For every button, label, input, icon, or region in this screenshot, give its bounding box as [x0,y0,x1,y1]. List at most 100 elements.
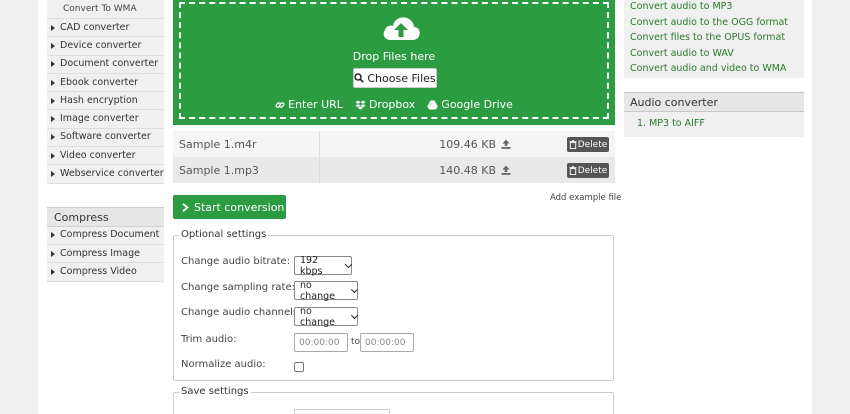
upload-sources: Enter URL Dropbox Google Drive [181,98,607,111]
caret-right-icon [51,232,55,239]
optional-settings-legend: Optional settings [179,229,269,240]
bitrate-label: Change audio bitrate: [181,256,291,267]
sidebar-item-label: Software converter [60,131,151,143]
save-settings-input[interactable] [294,409,390,414]
save-settings-legend: Save settings [179,386,251,397]
caret-right-icon [51,24,55,31]
sidebar-item-label: Hash encryption [60,94,138,106]
audio-bitrate-select[interactable]: 192 kbps [294,254,353,277]
drop-files-text: Drop Files here [352,50,436,63]
caret-right-icon [51,97,55,104]
sidebar-item-label: Document converter [60,58,159,70]
caret-right-icon [51,116,55,123]
google-drive-label: Google Drive [441,98,513,111]
sidebar-item-compress-image[interactable]: Compress Image [47,244,164,264]
trim-end-input[interactable]: 00:00:00 [360,333,414,352]
caret-right-icon [51,268,55,275]
caret-right-icon [51,134,55,141]
trash-icon [569,166,577,175]
audio-converter-header: Audio converter [624,92,804,112]
sidebar-item-compress-video[interactable]: Compress Video [47,263,164,282]
sampling-label: Change sampling rate: [181,282,295,293]
dropzone-dashed-border: Drop Files here Choose Files Enter URL D… [179,2,609,119]
upload-arrow-icon [500,139,512,149]
sidebar-sub-item-convert-to-wma[interactable]: Convert To WMA [47,0,164,19]
google-drive-icon [427,100,439,109]
file-name: Sample 1.mp3 [173,157,320,183]
sidebar-item-device-converter[interactable]: Device converter [47,37,164,56]
dropbox-icon [355,100,366,110]
sampling-rate-select[interactable]: no change [294,280,359,302]
link-convert-audio-to-ogg[interactable]: Convert audio to the OGG format [630,16,798,32]
sidebar-item-label: Device converter [60,39,142,51]
sidebar-item-compress-document[interactable]: Compress Document [47,226,164,245]
sidebar-item-label: Ebook converter [60,76,139,88]
chevron-down-icon [351,285,359,293]
chevron-down-icon [351,311,359,319]
search-icon [354,73,365,83]
file-size: 140.48 KB [439,163,496,177]
right-sidebar: Convert audio to MP3 Convert audio to th… [624,0,804,137]
delete-label: Delete [577,165,608,176]
chevron-right-icon [182,202,189,212]
sidebar-item-label: Compress Document [60,229,160,241]
left-sidebar: Convert To WMA CAD converter Device conv… [47,0,164,282]
sidebar-item-label: Video converter [60,149,136,161]
trim-start-input[interactable]: 00:00:00 [294,333,348,352]
audio-channels-value: no change [300,305,335,328]
sidebar-header-compress: Compress [47,206,164,227]
save-settings-fieldset: Save settings [173,386,614,414]
enter-url-link[interactable]: Enter URL [275,98,343,111]
choose-files-button[interactable]: Choose Files [353,68,437,88]
add-example-file-link[interactable]: Add example file [550,193,621,203]
delete-file-button[interactable]: Delete [567,137,609,152]
sidebar-item-label: Webservice converter [60,168,164,180]
choose-files-label: Choose Files [367,71,436,85]
sidebar-item-label: Image converter [60,113,139,125]
caret-right-icon [51,250,55,257]
sidebar-item-webservice-converter[interactable]: Webservice converter [47,165,164,184]
upload-arrow-icon [500,165,512,175]
normalize-audio-checkbox[interactable] [294,362,304,372]
audio-converter-list: 1. MP3 to AIFF [624,112,804,137]
caret-right-icon [51,61,55,68]
link-icon [275,101,285,108]
caret-right-icon [51,171,55,178]
delete-file-button[interactable]: Delete [567,163,609,178]
file-row: Sample 1.mp3 140.48 KB Delete [173,157,615,183]
sidebar-item-label: CAD converter [60,21,130,33]
dropbox-link[interactable]: Dropbox [355,98,415,111]
sidebar-item-software-converter[interactable]: Software converter [47,128,164,148]
audio-bitrate-value: 192 kbps [300,254,323,277]
trash-icon [569,140,577,149]
dropbox-label: Dropbox [368,98,416,111]
sidebar-item-image-converter[interactable]: Image converter [47,110,164,129]
start-conversion-button[interactable]: Start conversion [173,195,286,219]
file-row: Sample 1.m4r 109.46 KB Delete [173,131,615,157]
normalize-label: Normalize audio: [181,359,266,370]
start-conversion-label: Start conversion [194,200,285,214]
link-convert-audio-to-wav[interactable]: Convert audio to WAV [630,47,798,63]
link-convert-audio-to-mp3[interactable]: Convert audio to MP3 [630,0,798,16]
link-convert-files-to-opus[interactable]: Convert files to the OPUS format [630,31,798,47]
sidebar-item-label: Compress Image [60,247,140,259]
sidebar-item-hash-encryption[interactable]: Hash encryption [47,92,164,111]
upload-dropzone[interactable]: Drop Files here Choose Files Enter URL D… [173,0,615,125]
sidebar-item-document-converter[interactable]: Document converter [47,55,164,74]
chevron-down-icon [345,260,353,268]
trim-to-text: to [351,337,361,347]
audio-channels-select[interactable]: no change [294,305,359,328]
sidebar-item-cad-converter[interactable]: CAD converter [47,19,164,38]
trim-label: Trim audio: [181,334,237,345]
link-convert-audio-video-to-wma[interactable]: Convert audio and video to WMA [630,62,798,78]
sidebar-item-label: Compress Video [60,265,137,277]
link-mp3-to-aiff[interactable]: 1. MP3 to AIFF [637,118,705,129]
cloud-upload-icon [383,17,420,40]
sidebar-item-video-converter[interactable]: Video converter [47,147,164,166]
caret-right-icon [51,152,55,159]
google-drive-link[interactable]: Google Drive [427,98,513,111]
enter-url-label: Enter URL [288,98,343,111]
caret-right-icon [51,42,55,49]
channels-label: Change audio channels: [181,307,302,318]
sidebar-item-ebook-converter[interactable]: Ebook converter [47,73,164,93]
